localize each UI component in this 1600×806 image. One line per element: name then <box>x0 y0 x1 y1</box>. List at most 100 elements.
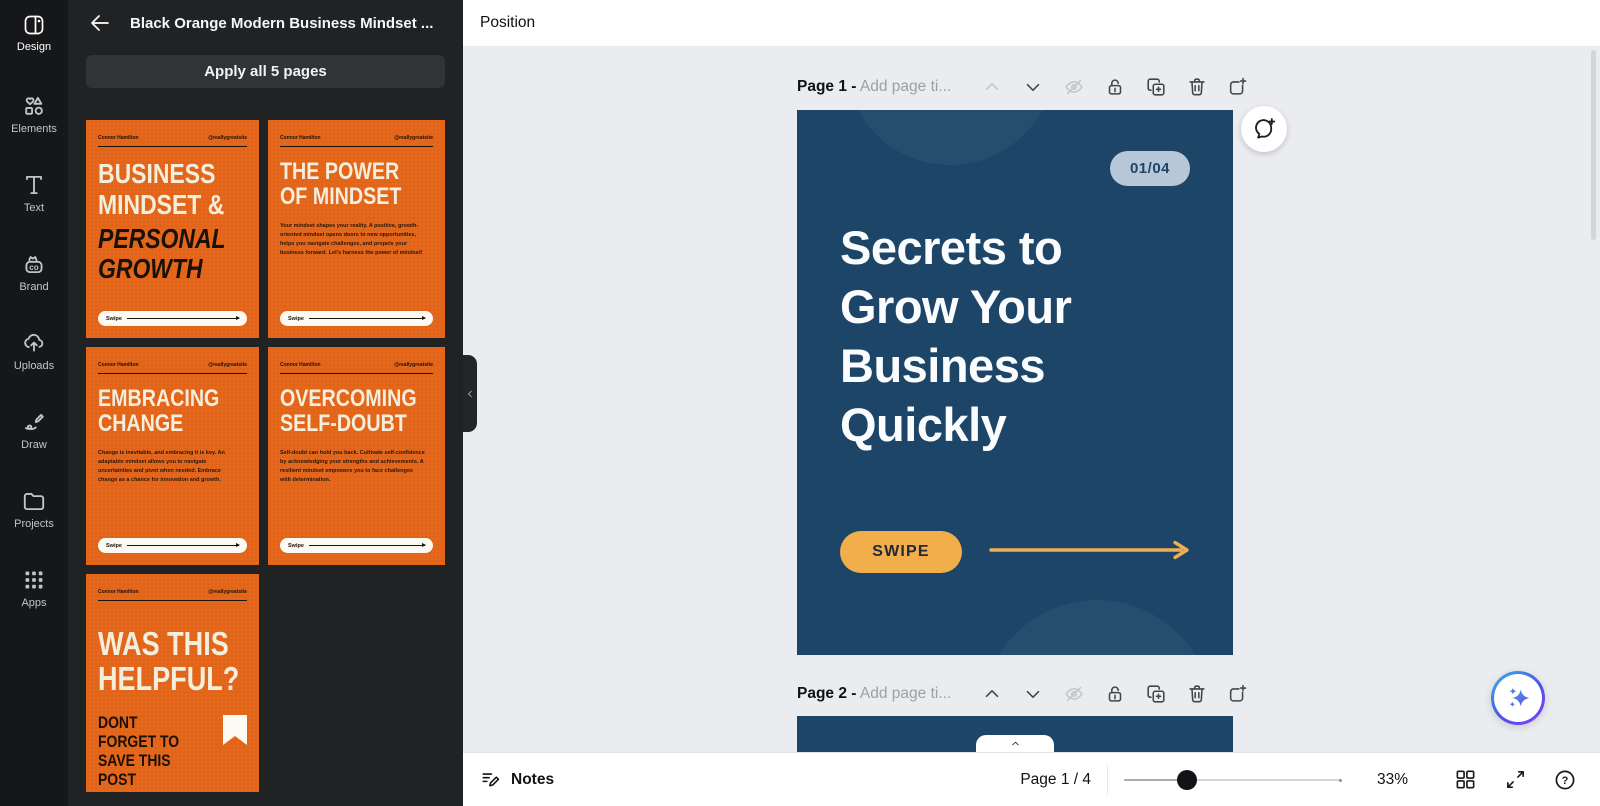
page2-header: Page 2 - Add page ti... <box>797 681 1251 707</box>
move-page-down-button[interactable] <box>1020 74 1046 100</box>
help-icon: ? <box>1553 768 1577 792</box>
zoom-slider-thumb[interactable] <box>1177 770 1197 790</box>
rail-group: Elements Text co Brand Uploads Draw <box>0 74 68 627</box>
swipe-arrow-line <box>127 545 239 546</box>
thumb-swipe-pill: Swipe <box>98 311 247 326</box>
thumb-body: Change is inevitable, and embracing it i… <box>98 449 240 484</box>
thumb-author: Connor Hamilton <box>98 362 139 368</box>
sparkles-icon <box>1505 685 1532 712</box>
sidebar-item-brand[interactable]: co Brand <box>0 232 68 311</box>
zoom-percent-label: 33% <box>1372 771 1408 789</box>
page1-label: Page 1 - <box>797 78 856 95</box>
apply-all-pages-button[interactable]: Apply all 5 pages <box>86 55 445 88</box>
move-page-down-button[interactable] <box>1020 681 1046 707</box>
lock-icon <box>1104 683 1126 705</box>
design-icon <box>22 13 46 37</box>
collapse-panel-handle[interactable] <box>463 355 477 432</box>
position-button[interactable]: Position <box>480 14 535 32</box>
thumb-handle: @reallygreatsite <box>394 362 433 368</box>
page-thumbnail-5[interactable]: Connor Hamilton@reallygreatsite WAS THIS… <box>86 574 259 792</box>
projects-icon <box>21 488 47 514</box>
grid-view-button[interactable] <box>1452 767 1478 793</box>
thumb-handle: @reallygreatsite <box>208 135 247 141</box>
duplicate-page-button[interactable] <box>1143 681 1169 707</box>
duplicate-icon <box>1145 683 1167 705</box>
elements-icon <box>21 93 47 119</box>
sidebar-item-design[interactable]: Design <box>0 0 68 58</box>
sidebar-item-text[interactable]: Text <box>0 153 68 232</box>
design-panel: Black Orange Modern Business Mindset ...… <box>68 0 463 806</box>
fullscreen-button[interactable] <box>1502 767 1528 793</box>
hide-page-button[interactable] <box>1061 681 1087 707</box>
back-button[interactable] <box>88 10 114 36</box>
thumb-author: Connor Hamilton <box>98 589 139 595</box>
thumb-title: BUSINESS MINDSET & <box>98 159 247 221</box>
thumb-handle: @reallygreatsite <box>394 135 433 141</box>
page1-header: Page 1 - Add page ti... <box>797 74 1251 100</box>
chevron-down-icon <box>1022 76 1044 98</box>
uploads-icon <box>21 330 47 356</box>
delete-page-button[interactable] <box>1184 74 1210 100</box>
panel-header: Black Orange Modern Business Mindset ... <box>88 10 452 36</box>
sidebar-item-label: Draw <box>21 439 47 451</box>
panel-title: Black Orange Modern Business Mindset ... <box>130 15 452 32</box>
page1-title-input[interactable]: Add page ti... <box>860 78 951 95</box>
thumb-subtitle: DONT FORGET TO SAVE THIS POST <box>98 713 192 789</box>
page-indicator: Page 1 / 4 <box>1020 771 1091 789</box>
add-page-icon <box>1227 76 1249 98</box>
move-page-up-button[interactable] <box>979 74 1005 100</box>
expand-toolbar-tab[interactable] <box>976 735 1054 752</box>
draw-icon <box>21 409 47 435</box>
thumb-body: Your mindset shapes your reality. A posi… <box>280 222 425 257</box>
context-toolbar: Position <box>463 0 1600 46</box>
bookmark-icon <box>223 715 247 745</box>
chevron-up-icon <box>981 76 1003 98</box>
page-thumbnail-2[interactable]: Connor Hamilton@reallygreatsite THE POWE… <box>268 120 445 338</box>
page-counter-badge[interactable]: 01/04 <box>1110 151 1190 186</box>
arrow-left-icon <box>88 11 114 35</box>
delete-page-button[interactable] <box>1184 681 1210 707</box>
swipe-arrow[interactable] <box>989 539 1194 561</box>
canvas-scrollbar[interactable] <box>1591 50 1596 240</box>
notes-label: Notes <box>511 771 554 789</box>
svg-text:?: ? <box>1562 775 1569 787</box>
move-page-up-button[interactable] <box>979 681 1005 707</box>
design-heading[interactable]: Secrets to Grow Your Business Quickly <box>840 218 1071 454</box>
sidebar-item-draw[interactable]: Draw <box>0 390 68 469</box>
duplicate-page-button[interactable] <box>1143 74 1169 100</box>
sidebar-item-uploads[interactable]: Uploads <box>0 311 68 390</box>
add-page-icon <box>1227 683 1249 705</box>
add-comment-button[interactable] <box>1241 106 1287 152</box>
swipe-pill[interactable]: SWIPE <box>840 531 962 573</box>
canvas-page-1[interactable]: 01/04 Secrets to Grow Your Business Quic… <box>797 110 1233 655</box>
notes-button[interactable]: Notes <box>480 769 554 791</box>
sidebar-item-projects[interactable]: Projects <box>0 469 68 548</box>
canva-ai-button[interactable] <box>1491 671 1545 725</box>
trash-icon <box>1186 683 1208 705</box>
editor-canvas: Page 1 - Add page ti... 01/04 Secrets to… <box>463 46 1600 752</box>
page2-title-input[interactable]: Add page ti... <box>860 685 951 702</box>
brand-icon: co <box>21 251 47 277</box>
trash-icon <box>1186 76 1208 98</box>
sidebar-item-elements[interactable]: Elements <box>0 74 68 153</box>
lock-page-button[interactable] <box>1102 74 1128 100</box>
svg-text:co: co <box>29 262 39 271</box>
lock-page-button[interactable] <box>1102 681 1128 707</box>
sidebar-item-label: Uploads <box>14 360 54 372</box>
divider <box>1107 765 1108 795</box>
add-page-button[interactable] <box>1225 74 1251 100</box>
sidebar-item-label: Text <box>24 202 44 214</box>
page-thumbnail-4[interactable]: Connor Hamilton@reallygreatsite OVERCOMI… <box>268 347 445 565</box>
hide-page-button[interactable] <box>1061 74 1087 100</box>
help-button[interactable]: ? <box>1552 767 1578 793</box>
zoom-slider[interactable] <box>1124 770 1342 790</box>
add-page-button[interactable] <box>1225 681 1251 707</box>
duplicate-icon <box>1145 76 1167 98</box>
chevron-left-icon <box>464 388 476 400</box>
sidebar-item-apps[interactable]: Apps <box>0 548 68 627</box>
thumb-title: THE POWER OF MINDSET <box>280 159 433 209</box>
page-thumbnail-3[interactable]: Connor Hamilton@reallygreatsite EMBRACIN… <box>86 347 259 565</box>
page-thumbnail-1[interactable]: Connor Hamilton@reallygreatsite BUSINESS… <box>86 120 259 338</box>
thumb-title: OVERCOMING SELF-DOUBT <box>280 386 433 436</box>
lock-icon <box>1104 76 1126 98</box>
